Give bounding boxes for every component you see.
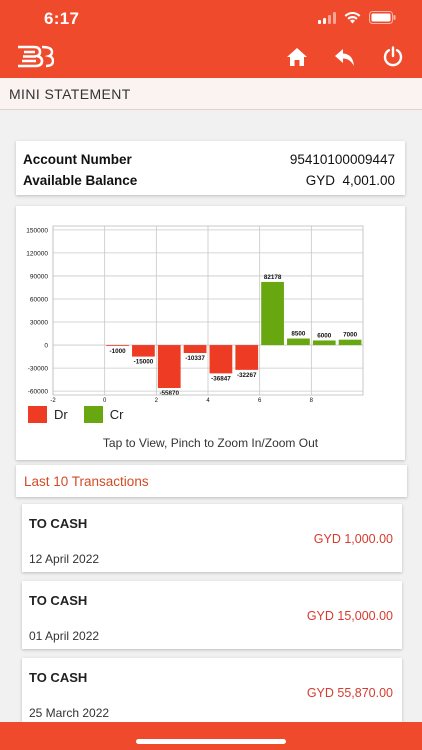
- chart-hint: Tap to View, Pinch to Zoom In/Zoom Out: [102, 436, 319, 450]
- y-tick-label: -60000: [28, 389, 49, 396]
- chart-bar-cr: [312, 340, 336, 346]
- status-bar: 6:17: [0, 0, 422, 37]
- chart-bar-dr: [235, 345, 259, 370]
- bar-value-label: -32267: [237, 372, 257, 379]
- power-icon: [383, 46, 403, 67]
- app-header: [0, 37, 422, 78]
- legend-label-dr: Dr: [54, 407, 68, 422]
- bar-value-label: -10337: [185, 355, 205, 362]
- x-tick-label: 4: [206, 398, 210, 402]
- transaction-date: 12 April 2022: [29, 552, 100, 566]
- chart-bar-dr: [157, 345, 181, 388]
- chart-legend: Dr Cr: [28, 406, 139, 423]
- x-tick-label: -2: [50, 398, 56, 402]
- bar-value-label: -36847: [211, 375, 231, 382]
- chart-bar-dr: [106, 345, 129, 346]
- bank-logo-icon: [16, 43, 55, 74]
- chart-bar-cr: [261, 281, 284, 346]
- transaction-amount: GYD 1,000.00: [313, 532, 393, 546]
- chart-bar-dr: [183, 345, 207, 354]
- y-tick-label: 60000: [30, 296, 48, 303]
- account-number-row: Account Number 95410100009447: [23, 152, 395, 167]
- transaction-date: 25 March 2022: [29, 706, 110, 720]
- x-tick-label: 8: [310, 398, 314, 402]
- last-transactions-title: Last 10 Transactions: [24, 474, 149, 489]
- legend-swatch-dr: [28, 406, 47, 423]
- y-tick-label: -30000: [28, 366, 49, 373]
- header-actions: [284, 44, 406, 70]
- chart-bar-cr: [287, 338, 310, 346]
- transaction-card[interactable]: TO CASH GYD 55,870.00 25 March 2022: [22, 658, 402, 726]
- transaction-amount: GYD 15,000.00: [306, 609, 393, 623]
- available-balance-value: GYD 4,001.00: [305, 173, 395, 188]
- home-icon: [287, 48, 307, 66]
- chart-bar-cr: [338, 339, 362, 346]
- status-time: 6:17: [44, 9, 80, 28]
- signal-icon: [318, 11, 336, 24]
- back-icon: [335, 49, 354, 66]
- legend-item-cr: Cr: [83, 406, 124, 423]
- back-button[interactable]: [332, 44, 358, 70]
- transaction-description: TO CASH: [29, 670, 88, 685]
- transaction-date: 01 April 2022: [29, 629, 100, 643]
- transaction-card[interactable]: TO CASH GYD 15,000.00 01 April 2022: [22, 581, 402, 649]
- bar-chart[interactable]: 1500001200009000060000300000-30000-60000…: [16, 206, 405, 402]
- wifi-icon: [344, 11, 361, 23]
- bar-value-label: 6000: [317, 332, 332, 339]
- logout-button[interactable]: [380, 44, 406, 70]
- transaction-card[interactable]: TO CASH GYD 1,000.00 12 April 2022: [22, 504, 402, 572]
- bar-value-label: 8500: [291, 331, 306, 338]
- account-number-label: Account Number: [23, 152, 132, 167]
- page-title-bar: MINI STATEMENT: [0, 78, 422, 110]
- bar-value-label: -55870: [159, 390, 179, 397]
- y-tick-label: 0: [44, 343, 48, 350]
- transaction-description: TO CASH: [29, 516, 88, 531]
- system-indicators: [318, 11, 396, 24]
- page-title: MINI STATEMENT: [9, 86, 131, 102]
- x-tick-label: 6: [258, 398, 262, 402]
- bar-value-label: -1000: [110, 348, 127, 355]
- legend-swatch-cr: [83, 406, 103, 423]
- account-number-value: 95410100009447: [289, 152, 395, 167]
- y-tick-label: 150000: [26, 227, 48, 234]
- battery-icon: [369, 11, 396, 24]
- transaction-description: TO CASH: [29, 593, 88, 608]
- bar-value-label: -15000: [134, 359, 154, 366]
- chart-bar-dr: [132, 345, 155, 357]
- transactions-chart-card[interactable]: 150000 120000 90000 60000 30000 0 -30000 -60000…: [16, 206, 405, 460]
- chart-bar-dr: [209, 345, 233, 374]
- x-tick-label: 2: [155, 398, 159, 402]
- y-tick-label: 90000: [30, 273, 48, 280]
- available-balance-row: Available Balance GYD 4,001.00: [23, 173, 395, 188]
- app-screen: 6:17 MINI STATEMENT Account Number 95410…: [0, 0, 422, 750]
- home-button[interactable]: [284, 44, 310, 70]
- last-transactions-header: Last 10 Transactions: [16, 465, 407, 497]
- legend-item-dr: Dr: [28, 406, 68, 423]
- home-indicator[interactable]: [136, 739, 286, 744]
- available-balance-label: Available Balance: [23, 173, 138, 188]
- bar-value-label: 82178: [264, 274, 282, 281]
- transaction-amount: GYD 55,870.00: [306, 686, 393, 700]
- y-tick-label: 120000: [26, 250, 48, 257]
- account-summary-card: Account Number 95410100009447 Available …: [16, 141, 405, 195]
- x-tick-label: 0: [103, 398, 107, 402]
- legend-label-cr: Cr: [109, 407, 124, 422]
- y-tick-label: 30000: [30, 320, 48, 327]
- bottom-bar: [0, 722, 422, 750]
- bar-value-label: 7000: [343, 332, 358, 339]
